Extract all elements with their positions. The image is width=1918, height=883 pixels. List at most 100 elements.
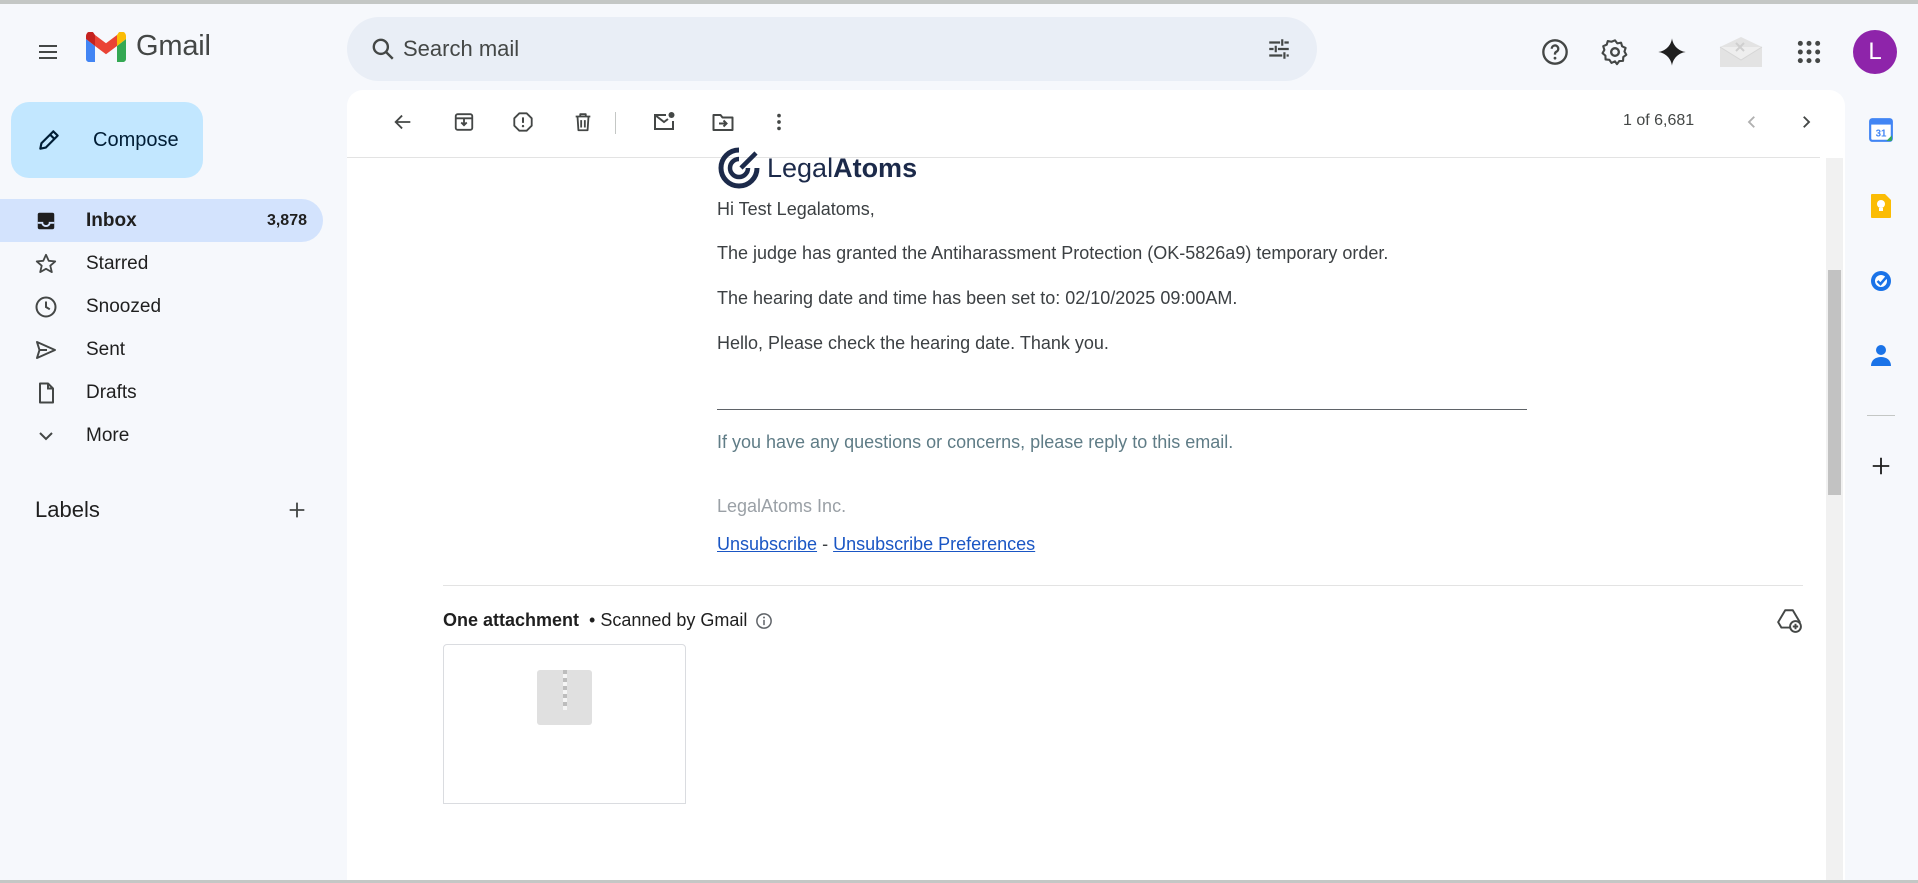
sidebar-item-sent[interactable]: Sent: [0, 328, 323, 371]
prev-icon: [1747, 116, 1755, 128]
plus-icon: [289, 502, 305, 518]
sidebar-item-label: Drafts: [86, 381, 137, 403]
delete-icon: [575, 113, 591, 132]
sidebar-item-label: Inbox: [86, 209, 137, 231]
legalatoms-logo-icon: [718, 147, 760, 189]
more-options-button[interactable]: [757, 100, 801, 144]
sidebar-item-more[interactable]: More: [0, 414, 323, 457]
send-icon: [34, 338, 58, 362]
add-to-drive-button[interactable]: [1767, 598, 1811, 642]
toolbar-divider: [615, 112, 616, 134]
compose-button[interactable]: Compose: [11, 102, 203, 178]
inbox-icon: [34, 209, 58, 233]
unsubscribe-links: Unsubscribe - Unsubscribe Preferences: [717, 534, 1035, 555]
gmail-m-icon: [86, 31, 126, 62]
settings-button[interactable]: [1591, 28, 1639, 76]
labels-title: Labels: [35, 497, 100, 522]
brand-header: LegalAtoms: [717, 147, 1537, 189]
apps-button[interactable]: [1785, 28, 1833, 76]
search-input[interactable]: [403, 29, 1203, 69]
message-pane: 1 of 6,681 LegalAtoms Hi Test Legalatoms…: [347, 90, 1845, 883]
sidebar-nav: Inbox 3,878 Starred Snoozed Sent Drafts …: [0, 199, 325, 457]
app-name: Gmail: [136, 30, 211, 62]
calendar-icon[interactable]: 31: [1859, 108, 1903, 152]
header: Gmail L: [0, 4, 1918, 92]
side-panel-rail: 31: [1845, 90, 1918, 883]
email-line-3: Hello, Please check the hearing date. Th…: [717, 333, 1109, 353]
brand-name: LegalAtoms: [767, 152, 918, 183]
attachments-header: One attachment • Scanned by Gmail: [443, 610, 773, 631]
scrollbar-track[interactable]: [1826, 158, 1843, 883]
chevron-down-icon: [34, 424, 58, 448]
attachments-title: One attachment: [443, 610, 580, 630]
footer-divider: [717, 409, 1527, 410]
report-spam-icon: [513, 112, 533, 132]
add-addon-icon[interactable]: [1859, 444, 1903, 488]
help-button[interactable]: [1531, 28, 1579, 76]
labels-section-header: Labels: [35, 494, 315, 526]
scrollbar-thumb[interactable]: [1828, 270, 1841, 495]
more-vert-icon: [777, 113, 781, 131]
offline-mail-button[interactable]: [1715, 28, 1767, 76]
compose-label: Compose: [93, 128, 179, 151]
newer-button[interactable]: [1730, 100, 1774, 144]
help-icon: [1542, 39, 1568, 65]
company-name: LegalAtoms Inc.: [717, 496, 847, 516]
clock-icon: [34, 295, 58, 319]
scanned-label: • Scanned by Gmail: [589, 610, 748, 630]
report-spam-button[interactable]: [501, 100, 545, 144]
rail-divider: [1867, 415, 1895, 416]
unsubscribe-link[interactable]: Unsubscribe: [717, 534, 817, 554]
archive-icon: [454, 113, 474, 131]
move-to-button[interactable]: [701, 100, 745, 144]
link-separator: -: [822, 534, 829, 554]
sidebar-item-starred[interactable]: Starred: [0, 242, 323, 285]
sidebar-item-inbox[interactable]: Inbox 3,878: [0, 199, 323, 242]
email-greeting: Hi Test Legalatoms,: [717, 199, 875, 219]
svg-text:31: 31: [1876, 129, 1887, 140]
delete-button[interactable]: [561, 100, 605, 144]
next-icon: [1803, 116, 1811, 128]
draft-icon: [34, 381, 58, 405]
star-icon: [34, 252, 58, 276]
message-counter: 1 of 6,681: [1623, 112, 1695, 129]
unsubscribe-preferences-link[interactable]: Unsubscribe Preferences: [833, 534, 1035, 554]
account-avatar[interactable]: L: [1853, 30, 1897, 74]
zip-file-icon: [537, 670, 592, 725]
attachments-divider: [443, 585, 1803, 586]
email-line-2: The hearing date and time has been set t…: [717, 288, 1238, 308]
gmail-logo[interactable]: Gmail: [86, 30, 211, 63]
hamburger-icon: [39, 45, 57, 59]
pencil-icon: [35, 126, 63, 154]
add-label-button[interactable]: [273, 486, 321, 534]
settings-icon: [1601, 39, 1628, 66]
gemini-sparkle-icon: [1658, 38, 1686, 66]
search-bar[interactable]: [347, 17, 1317, 81]
email-line-1: The judge has granted the Antiharassment…: [717, 243, 1389, 263]
contacts-icon[interactable]: [1859, 333, 1903, 377]
tasks-icon[interactable]: [1859, 259, 1903, 303]
attachment-card[interactable]: [443, 644, 686, 804]
add-to-drive-icon: [1777, 609, 1802, 633]
sidebar-item-label: Starred: [86, 252, 149, 274]
email-body: LegalAtoms: [717, 147, 1537, 189]
footer-note: If you have any questions or concerns, p…: [717, 432, 1234, 452]
back-arrow-icon: [394, 114, 411, 130]
back-button[interactable]: [381, 100, 425, 144]
search-options-icon[interactable]: [1259, 29, 1299, 69]
mark-unread-button[interactable]: [642, 100, 686, 144]
older-button[interactable]: [1784, 100, 1828, 144]
keep-icon[interactable]: [1859, 184, 1903, 228]
sidebar-item-label: More: [86, 424, 130, 446]
archive-button[interactable]: [442, 100, 486, 144]
unread-count: 3,878: [266, 211, 307, 229]
main-menu-button[interactable]: [24, 28, 72, 76]
sidebar-item-drafts[interactable]: Drafts: [0, 371, 323, 414]
offline-mail-icon: [1719, 37, 1763, 67]
sidebar-item-label: Sent: [86, 338, 126, 360]
search-icon[interactable]: [363, 29, 403, 69]
info-icon[interactable]: [755, 612, 773, 630]
gemini-button[interactable]: [1648, 28, 1696, 76]
sidebar-item-snoozed[interactable]: Snoozed: [0, 285, 323, 328]
sidebar-item-label: Snoozed: [86, 295, 162, 317]
